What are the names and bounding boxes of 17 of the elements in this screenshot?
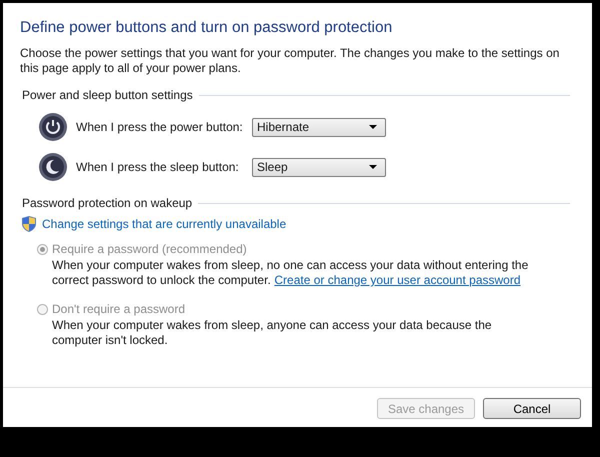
action-dropdown[interactable]: Hibernate [252, 118, 386, 136]
action-dropdown[interactable]: Sleep [252, 158, 386, 176]
intro-text: Choose the power settings that you want for your computer. The changes you make to the settings on this page apply to all of your power plans. [20, 46, 560, 76]
power-icon [38, 112, 68, 142]
option-description: When your computer wakes from sleep, anyone can access your data because the computer isn't locked. [52, 318, 493, 348]
shield-icon [22, 216, 36, 232]
change-settings-link[interactable]: Change settings that are currently unavailable [42, 217, 286, 231]
setting-label: When I press the sleep button: [76, 160, 240, 174]
option-description: When your computer wakes from sleep, no one can access your data without entering the correct password to unlock the computer. Create or change your user account password [52, 258, 530, 288]
caret-icon [369, 165, 377, 169]
moon-icon [38, 152, 68, 182]
section-heading: Power and sleep button settings [22, 88, 193, 102]
setting-label: When I press the power button: [76, 120, 244, 134]
cancel-button[interactable]: Cancel [483, 398, 581, 419]
page-title: Define power buttons and turn on password protection [20, 19, 394, 37]
caret-icon [369, 125, 377, 129]
section-heading: Password protection on wakeup [22, 196, 192, 210]
